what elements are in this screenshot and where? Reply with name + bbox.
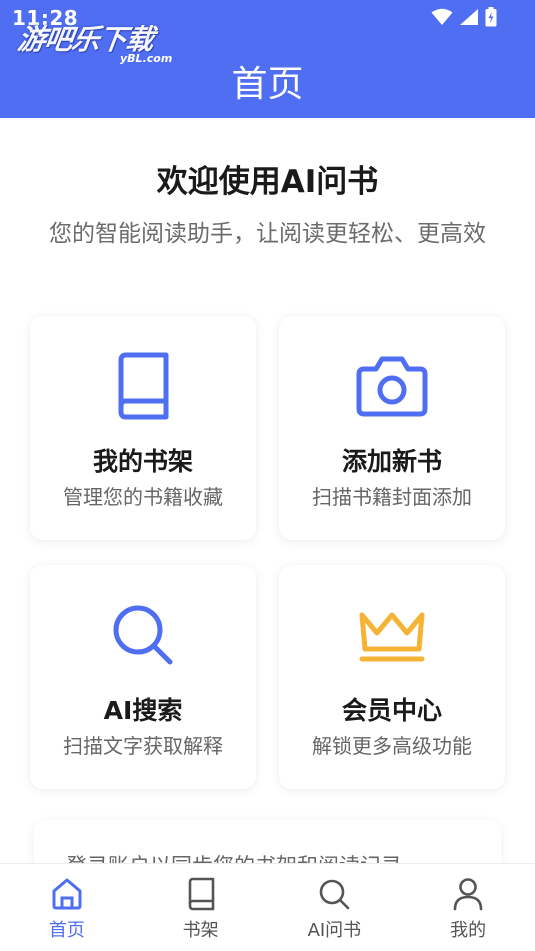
nav-item-bookshelf[interactable]: 书架	[134, 864, 268, 951]
card-description: 扫描文字获取解释	[63, 734, 223, 758]
nav-item-ai-wenshu[interactable]: AI问书	[268, 864, 402, 951]
search-icon	[113, 605, 173, 665]
card-add-book[interactable]: 添加新书 扫描书籍封面添加	[279, 316, 505, 540]
search-icon	[320, 879, 350, 910]
signal-icon	[460, 9, 478, 25]
book-icon	[188, 877, 214, 911]
nav-label: 首页	[48, 920, 85, 941]
nav-label: 书架	[182, 920, 219, 941]
status-icons	[431, 7, 497, 27]
page-title: 首页	[231, 64, 304, 105]
card-my-bookshelf[interactable]: 我的书架 管理您的书籍收藏	[30, 316, 256, 540]
welcome-subtitle: 您的智能阅读助手，让阅读更轻松、更高效	[49, 221, 486, 247]
book-icon	[118, 352, 169, 420]
wifi-icon	[431, 8, 453, 25]
user-icon	[453, 878, 483, 911]
bottom-navigation: 首页 书架 AI问书 我的	[0, 863, 535, 951]
card-title: 我的书架	[92, 447, 193, 476]
camera-icon	[356, 356, 428, 417]
app-header: 11:28 游吧乐下载 yBL.com 首页	[0, 0, 535, 118]
crown-icon	[359, 612, 425, 662]
nav-label: AI问书	[307, 920, 362, 941]
home-icon	[52, 878, 82, 910]
card-description: 管理您的书籍收藏	[63, 485, 223, 509]
card-description: 扫描书籍封面添加	[312, 485, 472, 509]
card-description: 解锁更多高级功能	[312, 734, 472, 758]
nav-label: 我的	[450, 920, 487, 941]
login-prompt-text: 登录账户以同步您的书架和阅读记录	[66, 850, 402, 863]
status-bar: 11:28 游吧乐下载 yBL.com	[0, 0, 535, 65]
battery-icon	[485, 7, 497, 27]
card-member-center[interactable]: 会员中心 解锁更多高级功能	[279, 565, 505, 789]
card-title: AI搜索	[103, 696, 183, 725]
welcome-title: 欢迎使用AI问书	[156, 164, 379, 200]
card-title: 添加新书	[341, 447, 442, 476]
nav-item-home[interactable]: 首页	[0, 864, 134, 951]
nav-item-mine[interactable]: 我的	[401, 864, 535, 951]
card-title: 会员中心	[341, 696, 442, 725]
main-content[interactable]: 欢迎使用AI问书 您的智能阅读助手，让阅读更轻松、更高效 我的书架 管理您的书籍…	[0, 118, 535, 863]
card-ai-search[interactable]: AI搜索 扫描文字获取解释	[30, 565, 256, 789]
login-prompt-card[interactable]: 登录账户以同步您的书架和阅读记录	[34, 820, 501, 863]
